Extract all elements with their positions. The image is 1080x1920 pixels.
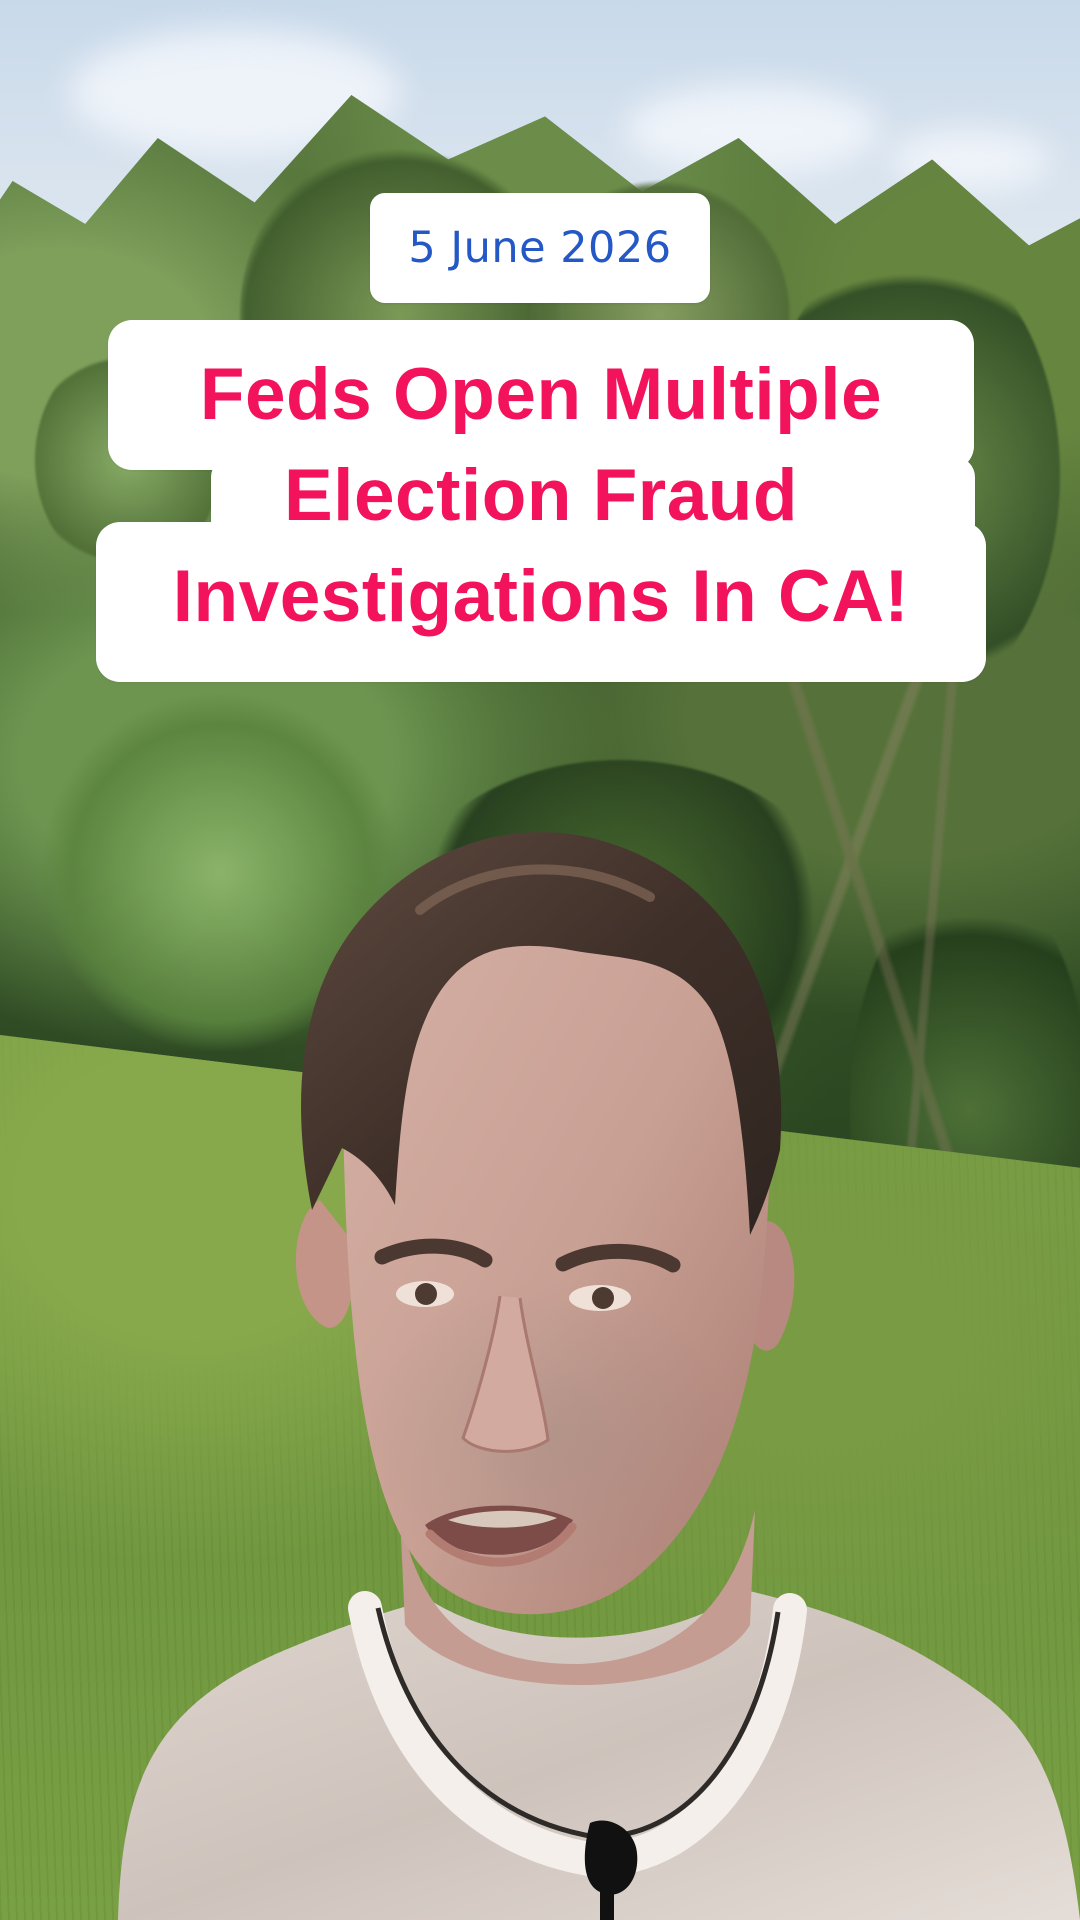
grass-field: [0, 1035, 1080, 1920]
leaf-cluster: [35, 345, 220, 575]
leaf-cluster: [40, 690, 400, 1055]
date-text: 5 June 2026: [408, 223, 672, 273]
date-label: 5 June 2026: [370, 193, 710, 303]
bare-branches: [680, 650, 1080, 1190]
leaf-cluster: [760, 240, 1060, 710]
video-frame: 5 June 2026 Feds Open Multiple Election …: [0, 0, 1080, 1920]
